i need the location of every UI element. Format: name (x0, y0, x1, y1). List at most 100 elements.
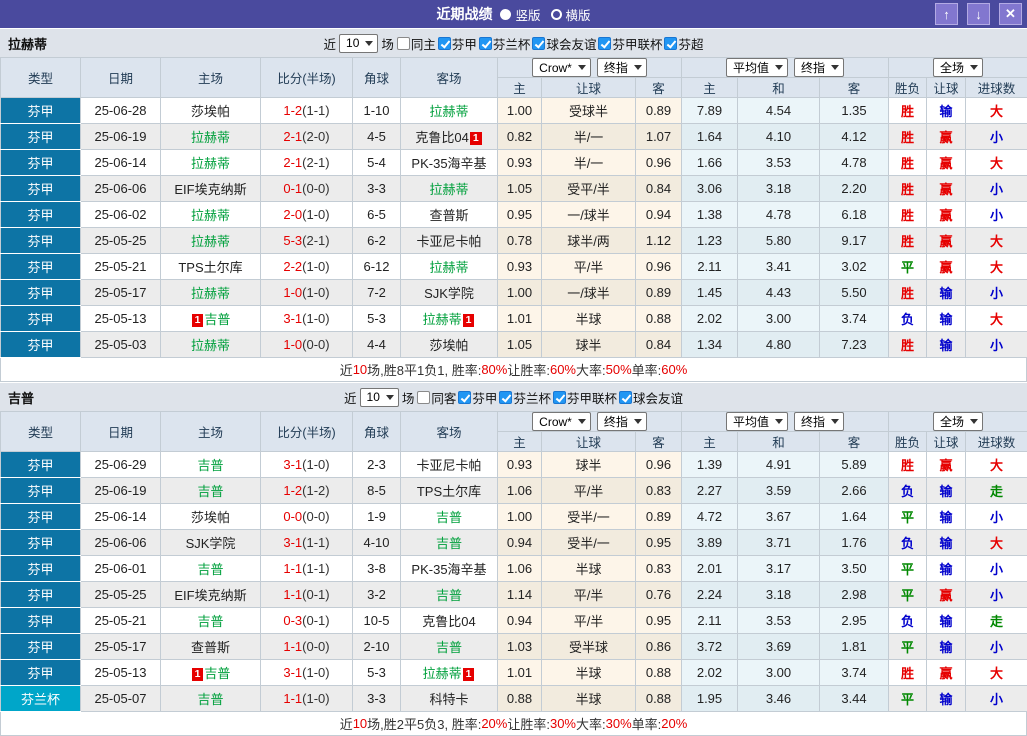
asia-handicap-cell: 平/半 (542, 608, 636, 634)
asia-home-odds-cell: 0.94 (498, 608, 542, 634)
asia-away-odds-cell: 0.89 (636, 504, 682, 530)
league-type-cell: 芬甲 (1, 176, 81, 202)
avg-draw-odds-cell: 3.00 (738, 660, 820, 686)
match-count-value: 10 (367, 390, 380, 404)
layout-radio-1[interactable]: 横版 (551, 5, 591, 24)
score-cell: 1-0(0-0) (261, 332, 353, 358)
asia-home-odds-cell: 1.05 (498, 332, 542, 358)
handicap-result-cell: 赢 (927, 150, 966, 176)
match-row: 芬甲25-05-21吉普0-3(0-1)10-5克鲁比040.94平/半0.95… (1, 608, 1027, 634)
filter-checkbox-3[interactable]: 球会友谊 (532, 34, 596, 53)
team-label: 吉普 (197, 614, 223, 629)
filter-checkbox-3[interactable]: 芬甲联杯 (553, 388, 617, 407)
summary-bar: 近10场,胜2平5负3, 胜率:20% 让胜率:30% 大率:30% 单率:20… (0, 712, 1027, 736)
filter-checkbox-1[interactable]: 芬甲 (458, 388, 497, 407)
match-count-value: 10 (346, 36, 359, 50)
filter-checkbox-2[interactable]: 芬兰杯 (499, 388, 551, 407)
radio-label: 竖版 (515, 5, 540, 24)
corner-cell: 5-3 (353, 306, 401, 332)
filter-checkbox-2[interactable]: 芬兰杯 (479, 34, 531, 53)
halftime-score: (1-0) (302, 311, 329, 326)
match-count-select[interactable]: 10 (360, 388, 399, 407)
avg-away-odds-cell: 2.20 (820, 176, 889, 202)
away-team-cell: 吉普 (401, 530, 498, 556)
goals-result-cell: 大 (966, 452, 1027, 478)
red-card-badge: 1 (470, 132, 482, 145)
europe-stage-select[interactable]: 终指 (794, 412, 844, 431)
filter-checkbox-5[interactable]: 芬超 (664, 34, 703, 53)
filter-checkbox-0[interactable]: 同客 (417, 388, 456, 407)
col-header-corner: 角球 (353, 412, 401, 452)
score-cell: 3-1(1-1) (261, 530, 353, 556)
asia-controls: Crow* 终指 (498, 412, 682, 432)
chevron-down-icon (634, 419, 642, 424)
close-button[interactable]: ✕ (999, 3, 1022, 25)
match-count-select[interactable]: 10 (339, 34, 378, 53)
handicap-result-cell: 赢 (927, 452, 966, 478)
halftime-score: (1-2) (302, 483, 329, 498)
handicap-result-cell: 输 (927, 280, 966, 306)
filter-checkbox-4[interactable]: 球会友谊 (619, 388, 683, 407)
filter-checkbox-1[interactable]: 芬甲 (438, 34, 477, 53)
recent-results-panel: 近期战绩 竖版横版 ↑ ↓ ✕ 拉赫蒂 近 10 场 同主芬甲芬兰杯球会友谊芬甲… (0, 0, 1027, 736)
avg-away-odds-cell: 3.44 (820, 686, 889, 712)
match-date-cell: 25-05-07 (81, 686, 161, 712)
checkbox-label: 芬兰杯 (493, 34, 531, 53)
handicap-result-cell: 输 (927, 332, 966, 358)
filter-checkbox-0[interactable]: 同主 (397, 34, 436, 53)
corner-cell: 5-3 (353, 660, 401, 686)
col-header-home: 主场 (161, 412, 261, 452)
handicap-result-cell: 输 (927, 504, 966, 530)
match-row: 芬甲25-06-19拉赫蒂2-1(2-0)4-5克鲁比0410.82半/一1.0… (1, 124, 1027, 150)
asia-away-odds-cell: 0.95 (636, 530, 682, 556)
asia-stage-value: 终指 (604, 413, 628, 430)
asia-away-odds-cell: 0.96 (636, 150, 682, 176)
goals-result-cell: 小 (966, 582, 1027, 608)
up-arrow-icon: ↑ (943, 7, 950, 22)
filter-controls: 近 10 场 同客芬甲芬兰杯芬甲联杯球会友谊 (0, 388, 1027, 407)
team-label: 科特卡 (429, 692, 468, 707)
avg-away-odds-cell: 7.23 (820, 332, 889, 358)
avg-home-odds-cell: 1.64 (682, 124, 738, 150)
match-row: 芬甲25-05-25EIF埃克纳斯1-1(0-1)3-2吉普1.14平/半0.7… (1, 582, 1027, 608)
checkbox-label: 球会友谊 (546, 34, 596, 53)
home-team-cell: 拉赫蒂 (161, 280, 261, 306)
home-team-cell: TPS土尔库 (161, 254, 261, 280)
home-team-cell: 吉普 (161, 452, 261, 478)
chevron-down-icon (831, 65, 839, 70)
bookmaker-select[interactable]: Crow* (532, 58, 591, 77)
summary-bar: 近10场,胜8平1负1, 胜率:80% 让胜率:60% 大率:50% 单率:60… (0, 358, 1027, 382)
recent-matches-table-away: 类型 日期 主场 比分(半场) 角球 客场 Crow* 终指 平均值 (0, 411, 1027, 712)
match-date-cell: 25-05-13 (81, 660, 161, 686)
fulltime-score: 5-3 (283, 233, 302, 248)
asia-stage-select[interactable]: 终指 (597, 58, 647, 77)
scope-select[interactable]: 全场 (933, 58, 983, 77)
bookmaker-select[interactable]: Crow* (532, 412, 591, 431)
wdl-result-cell: 负 (889, 530, 927, 556)
fulltime-score: 2-1 (283, 155, 302, 170)
corner-cell: 3-3 (353, 176, 401, 202)
average-select[interactable]: 平均值 (726, 412, 788, 431)
goals-result-cell: 小 (966, 556, 1027, 582)
filter-checkbox-4[interactable]: 芬甲联杯 (598, 34, 662, 53)
summary-segment: 80% (481, 362, 507, 377)
goals-result-cell: 大 (966, 306, 1027, 332)
match-date-cell: 25-05-13 (81, 306, 161, 332)
wdl-result-cell: 平 (889, 634, 927, 660)
asia-stage-select[interactable]: 终指 (597, 412, 647, 431)
move-down-button[interactable]: ↓ (967, 3, 990, 25)
home-team-cell: 拉赫蒂 (161, 228, 261, 254)
move-up-button[interactable]: ↑ (935, 3, 958, 25)
home-team-cell: 吉普 (161, 608, 261, 634)
scope-select[interactable]: 全场 (933, 412, 983, 431)
match-date-cell: 25-06-06 (81, 530, 161, 556)
score-cell: 0-3(0-1) (261, 608, 353, 634)
checkbox-checked-icon (619, 391, 632, 404)
average-select[interactable]: 平均值 (726, 58, 788, 77)
scope-value: 全场 (940, 59, 964, 76)
avg-away-odds-cell: 2.98 (820, 582, 889, 608)
away-team-cell: 克鲁比041 (401, 124, 498, 150)
layout-radio-0[interactable]: 竖版 (500, 5, 540, 24)
wdl-result-cell: 胜 (889, 228, 927, 254)
europe-stage-select[interactable]: 终指 (794, 58, 844, 77)
